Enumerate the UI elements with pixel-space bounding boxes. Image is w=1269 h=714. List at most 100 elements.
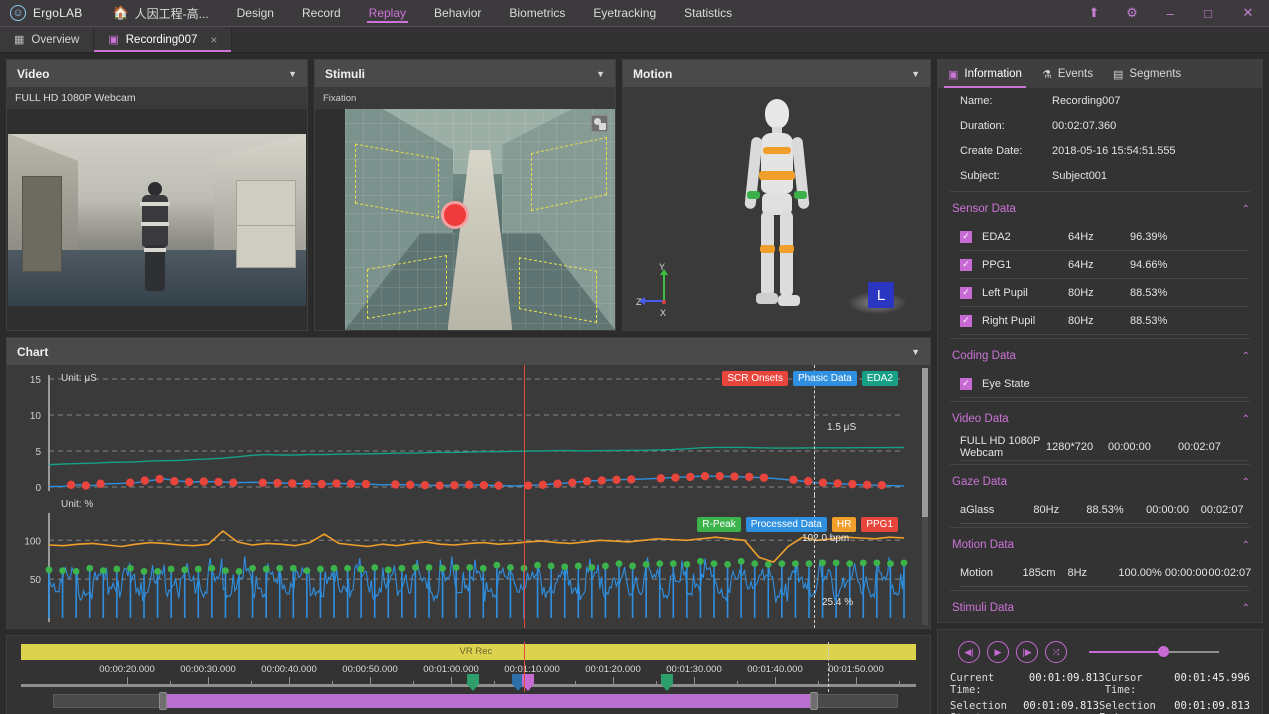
legend-item-r-peak[interactable]: R-Peak (697, 517, 741, 532)
r-peak-point (167, 565, 175, 573)
axis-label-x: X (660, 308, 667, 318)
chevron-down-icon[interactable]: ▼ (288, 69, 297, 79)
timeline-tick (775, 677, 777, 687)
legend-item-eda2[interactable]: EDA2 (861, 371, 898, 386)
picture-in-picture-icon[interactable] (591, 115, 608, 132)
play-button[interactable]: ▶ (987, 641, 1009, 663)
data-row[interactable]: ✓ EDA2 64Hz 96.39% (938, 223, 1262, 250)
menu-item-biometrics[interactable]: Biometrics (495, 0, 579, 26)
stimuli-stage[interactable]: Fixation (315, 87, 615, 330)
data-row[interactable]: aGlass 80Hz 88.53% 00:00:00 00:02:07 (938, 496, 1262, 523)
checkbox[interactable]: ✓ (960, 230, 972, 243)
timeline-zoom-slider[interactable] (53, 692, 898, 710)
step-forward-button[interactable]: |▶ (1016, 641, 1038, 663)
chart-panel-header[interactable]: Chart ▼ (7, 338, 930, 365)
section-header-sensor-data[interactable]: Sensor Data ⌃ (938, 195, 1262, 223)
marker-green-2[interactable] (661, 674, 674, 691)
divider (950, 590, 1250, 591)
chart-canvas[interactable]: 0 5 10 15 Unit: μS SCR Onsets Phasic Data EDA2 1… (7, 365, 930, 628)
maximize-icon[interactable]: □ (1189, 0, 1227, 26)
menu-item-project[interactable]: 🏠 人因工程-高... (90, 0, 222, 26)
section-header-stimuli-data[interactable]: Stimuli Data ⌃ (938, 594, 1262, 622)
stimuli-panel-header[interactable]: Stimuli ▼ (315, 60, 615, 87)
section-header-gaze-data[interactable]: Gaze Data ⌃ (938, 468, 1262, 496)
menu-item-eyetracking[interactable]: Eyetracking (579, 0, 670, 26)
menu-item-statistics[interactable]: Statistics (670, 0, 746, 26)
close-icon[interactable]: ✕ (1227, 0, 1269, 26)
motion-panel: Motion ▼ Y Z X L (622, 59, 931, 331)
chevron-down-icon[interactable]: ▼ (911, 69, 920, 79)
chart-scrollbar[interactable] (922, 368, 928, 625)
chevron-up-icon[interactable]: ⌃ (1242, 540, 1250, 551)
chevron-up-icon[interactable]: ⌃ (1242, 204, 1250, 215)
chart-cursor-line[interactable] (524, 495, 525, 628)
chart-cursor-line[interactable] (524, 365, 525, 495)
menu-item-design[interactable]: Design (223, 0, 288, 26)
tab-recording007[interactable]: ▣ Recording007 × (94, 27, 233, 52)
checkbox[interactable]: ✓ (960, 314, 972, 327)
monitor-icon: ▣ (108, 34, 119, 46)
chevron-up-icon[interactable]: ⌃ (1242, 414, 1250, 425)
minimize-icon[interactable]: – (1151, 0, 1189, 26)
tab-close-icon[interactable]: × (210, 33, 217, 47)
tab-information[interactable]: ▣ Information (938, 60, 1032, 88)
data-row-col: 100.00% (1118, 566, 1162, 579)
data-row[interactable]: Motion 185cm 8Hz 100.00% 00:00:00 00:02:07 (938, 559, 1262, 586)
menu-item-behavior[interactable]: Behavior (420, 0, 495, 26)
data-row[interactable]: ✓ Right Pupil 80Hz 88.53% (938, 307, 1262, 334)
shuffle-button[interactable]: ⤨ (1045, 641, 1067, 663)
chevron-up-icon[interactable]: ⌃ (1242, 477, 1250, 488)
speed-slider[interactable] (1089, 641, 1219, 663)
section-header-video-data[interactable]: Video Data ⌃ (938, 405, 1262, 433)
chevron-down-icon[interactable]: ▼ (596, 69, 605, 79)
video-stage[interactable] (7, 109, 307, 330)
tab-overview[interactable]: ▦ Overview (0, 27, 95, 52)
eda-plot[interactable]: 0 5 10 15 Unit: μS SCR Onsets Phasic Data EDA2 1… (7, 365, 918, 495)
section-header-coding-data[interactable]: Coding Data ⌃ (938, 342, 1262, 370)
timeline-cursor[interactable] (523, 642, 525, 692)
menu-item-record[interactable]: Record (288, 0, 355, 26)
legend-item-phasic-data[interactable]: Phasic Data (792, 371, 857, 386)
step-back-button[interactable]: ◀| (958, 641, 980, 663)
zoom-slider-handle-right[interactable] (809, 692, 818, 710)
legend-item-scr-onsets[interactable]: SCR Onsets (722, 371, 788, 386)
chevron-up-icon[interactable]: ⌃ (1242, 603, 1250, 614)
r-peak-point (127, 564, 134, 572)
upload-icon[interactable]: ⬆ (1075, 0, 1113, 26)
divider (950, 401, 1250, 402)
chevron-up-icon[interactable]: ⌃ (1242, 351, 1250, 362)
zoom-slider-handle-left[interactable] (158, 692, 167, 710)
motion-viewport[interactable]: Y Z X L (623, 87, 930, 330)
info-field-key: Duration: (960, 119, 1005, 132)
row-divider (960, 397, 1248, 398)
data-row[interactable]: ✓ PPG1 64Hz 94.66% (938, 251, 1262, 278)
r-peak-point (452, 564, 460, 571)
data-row[interactable]: ✓ Eye State (938, 370, 1262, 397)
data-row[interactable]: FULL HD 1080P Webcam 1280*720 00:00:00 00:0… (938, 433, 1262, 460)
r-peak-point (249, 564, 256, 572)
motion-panel-header[interactable]: Motion ▼ (623, 60, 930, 87)
legend-item-hr[interactable]: HR (831, 517, 857, 532)
chevron-down-icon[interactable]: ▼ (911, 347, 920, 357)
event-band[interactable]: VR Rec (21, 644, 916, 660)
checkbox[interactable]: ✓ (960, 286, 972, 299)
checkbox[interactable]: ✓ (960, 377, 972, 390)
speed-slider-knob[interactable] (1157, 646, 1169, 657)
legend-item-processed-data[interactable]: Processed Data (745, 517, 827, 532)
marker-green-1[interactable] (466, 674, 479, 691)
ppg-plot[interactable]: 50 100 Unit: % R-Peak Processed Data HR PPG1 10… (7, 495, 918, 628)
data-row[interactable]: ✓ Left Pupil 80Hz 88.53% (938, 279, 1262, 306)
gear-icon[interactable]: ⚙ (1113, 0, 1151, 26)
scr-onset-point (759, 473, 769, 482)
tab-events[interactable]: ⚗ Events (1032, 60, 1103, 88)
r-peak-point (859, 559, 867, 567)
video-panel-header[interactable]: Video ▼ (7, 60, 307, 87)
legend-item-ppg1[interactable]: PPG1 (861, 517, 898, 532)
checkbox[interactable]: ✓ (960, 258, 972, 271)
menu-item-replay[interactable]: Replay (355, 0, 420, 26)
section-header-motion-data[interactable]: Motion Data ⌃ (938, 531, 1262, 559)
timeline-panel[interactable]: VR Rec 00:00:20.000 00:00:30.000 00:00:40.… (6, 635, 931, 714)
r-peak-point (371, 564, 379, 571)
tab-segments[interactable]: ▤ Segments (1103, 60, 1191, 88)
data-row-col: 8Hz (1067, 566, 1088, 579)
